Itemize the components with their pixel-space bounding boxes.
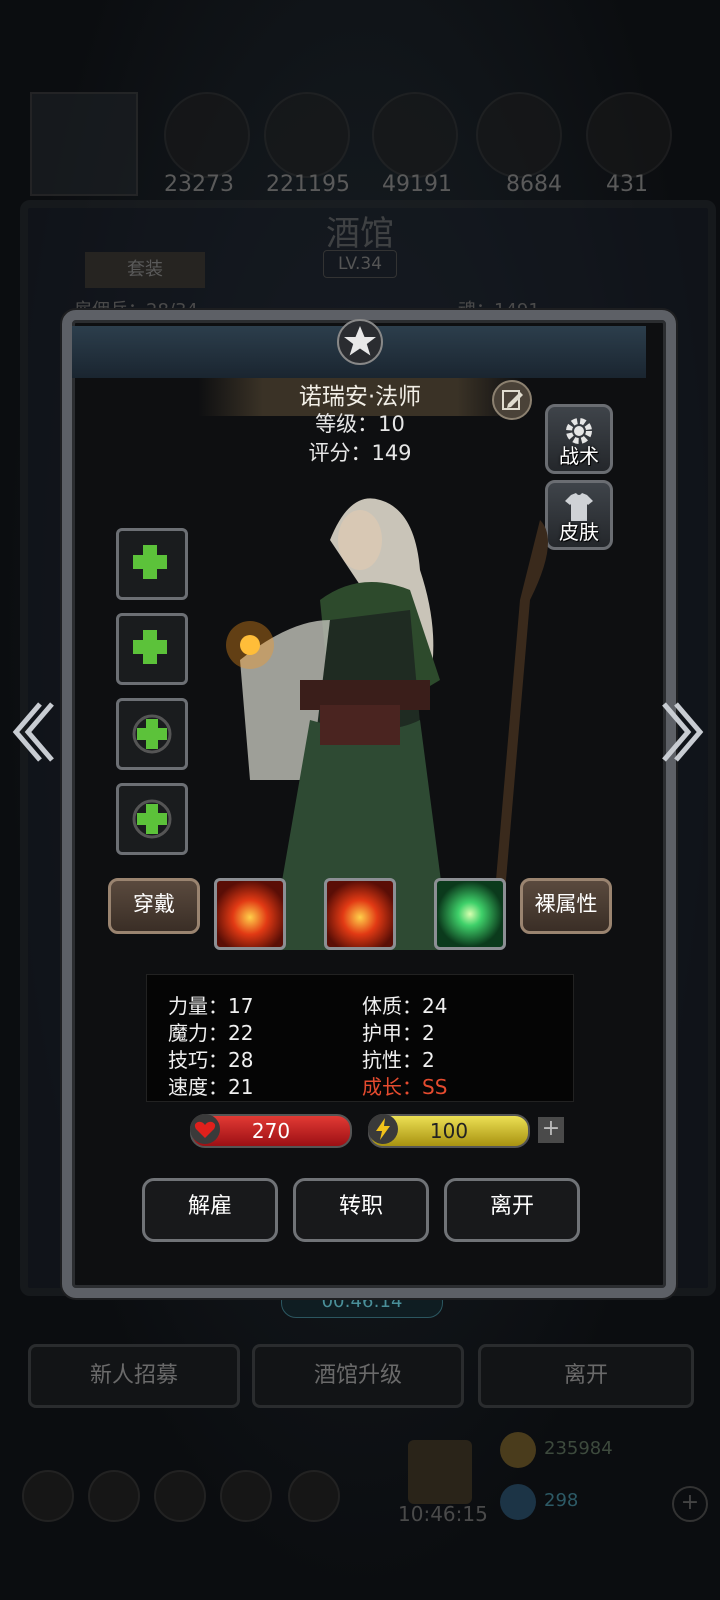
- energy-value: 100: [429, 1119, 469, 1143]
- stat-magic: 魔力：22: [168, 1021, 254, 1045]
- chevron-left-icon[interactable]: [10, 700, 56, 764]
- resource-icon-2: [264, 92, 350, 178]
- chest-icon[interactable]: [408, 1440, 472, 1504]
- gem-value: 298: [544, 1490, 579, 1511]
- menu-icon-2[interactable]: [88, 1470, 140, 1522]
- character-level: 等级：10: [315, 412, 405, 436]
- equip-slot-armor[interactable]: [116, 613, 188, 685]
- plus-icon: [133, 545, 167, 579]
- transfer-class-button[interactable]: 转职: [293, 1178, 429, 1242]
- gem-icon: [500, 1484, 536, 1520]
- tavern-level: LV.34: [323, 250, 397, 278]
- skill-fire-1[interactable]: [214, 878, 286, 950]
- skill-heal[interactable]: [434, 878, 506, 950]
- tavern-leave-button[interactable]: 离开: [478, 1344, 694, 1408]
- resource-icon-1: [164, 92, 250, 178]
- star-icon: [337, 319, 383, 365]
- hp-bar: 270: [190, 1114, 352, 1148]
- plus-icon: [132, 714, 172, 754]
- stat-growth: 成长：SS: [362, 1075, 448, 1099]
- skill-fire-2[interactable]: [324, 878, 396, 950]
- chevron-right-icon[interactable]: [660, 700, 706, 764]
- add-energy-icon[interactable]: +: [538, 1117, 564, 1143]
- leave-button[interactable]: 离开: [444, 1178, 580, 1242]
- resource-icon-3: [372, 92, 458, 178]
- clock-text: 10:46:15: [398, 1502, 488, 1526]
- hp-value: 270: [251, 1119, 291, 1143]
- stat-constitution: 体质：24: [362, 994, 448, 1018]
- gold-icon: [500, 1432, 536, 1468]
- dismiss-button[interactable]: 解雇: [142, 1178, 278, 1242]
- energy-bar: 100: [368, 1114, 530, 1148]
- wear-button[interactable]: 穿戴: [108, 878, 200, 934]
- add-currency-icon[interactable]: +: [672, 1486, 708, 1522]
- equip-slot-accessory-1[interactable]: [116, 698, 188, 770]
- stat-skill: 技巧：28: [168, 1048, 254, 1072]
- menu-icon-1[interactable]: [22, 1470, 74, 1522]
- resource-value: 8684: [506, 172, 562, 197]
- menu-icon-4[interactable]: [220, 1470, 272, 1522]
- tavern-title: 酒馆: [326, 214, 394, 254]
- recruit-button[interactable]: 新人招募: [28, 1344, 240, 1408]
- menu-icon-3[interactable]: [154, 1470, 206, 1522]
- equip-slot-accessory-2[interactable]: [116, 783, 188, 855]
- resource-value: 23273: [164, 172, 234, 197]
- stat-armor: 护甲：2: [362, 1021, 435, 1045]
- character-score: 评分：149: [308, 441, 412, 465]
- hero-portrait: [30, 92, 138, 196]
- plus-icon: [133, 630, 167, 664]
- menu-icon-5[interactable]: [288, 1470, 340, 1522]
- resource-icon-5: [586, 92, 672, 178]
- stat-strength: 力量：17: [168, 994, 254, 1018]
- tactics-label: 战术: [559, 444, 599, 468]
- upgrade-tavern-button[interactable]: 酒馆升级: [252, 1344, 464, 1408]
- resource-value: 431: [606, 172, 648, 197]
- equip-slot-weapon[interactable]: [116, 528, 188, 600]
- tactics-button[interactable]: 战术: [545, 404, 613, 474]
- resource-value: 221195: [266, 172, 350, 197]
- stat-speed: 速度：21: [168, 1075, 254, 1099]
- plus-icon: [132, 799, 172, 839]
- suit-tab[interactable]: 套装: [85, 252, 205, 288]
- stat-resistance: 抗性：2: [362, 1048, 435, 1072]
- resource-icon-4: [476, 92, 562, 178]
- resource-value: 49191: [382, 172, 452, 197]
- gold-value: 235984: [544, 1438, 613, 1459]
- naked-attributes-button[interactable]: 裸属性: [520, 878, 612, 934]
- edit-icon[interactable]: [492, 380, 532, 420]
